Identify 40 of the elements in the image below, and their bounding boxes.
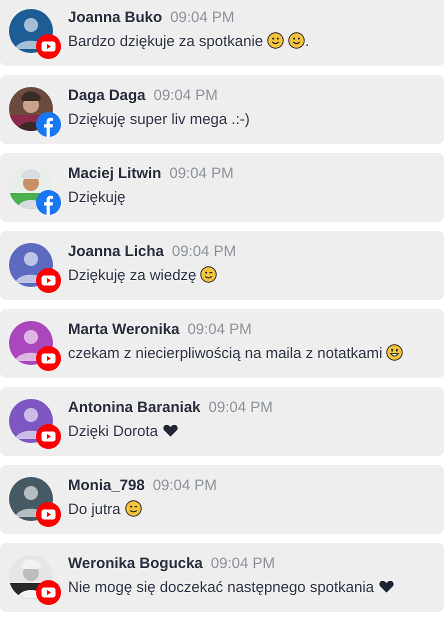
wink-icon (200, 266, 218, 283)
author-name: Antonina Baraniak (68, 399, 201, 416)
message-text: Nie mogę się doczekać następnego spotkania (68, 579, 374, 596)
author-name: Weronika Bogucka (68, 555, 203, 572)
message-time: 09:04 PM (152, 477, 217, 494)
youtube-icon (36, 268, 61, 293)
smiley-icon (267, 32, 284, 49)
author-name: Monia_798 (68, 477, 145, 494)
message-time: 09:04 PM (187, 321, 252, 338)
message-text: Do jutra (68, 501, 121, 518)
author-name: Marta Weronika (68, 321, 180, 338)
message-text: . (305, 33, 310, 50)
author-name: Joanna Licha (68, 243, 164, 260)
message-text: Dziękuję (68, 189, 126, 206)
message-time: 09:04 PM (169, 165, 234, 182)
wink-icon (124, 500, 142, 517)
message-time: 09:04 PM (172, 243, 236, 260)
grin-icon (386, 344, 404, 361)
heart-icon (162, 422, 180, 439)
youtube-icon (36, 424, 61, 449)
author-name: Joanna Buko (68, 9, 162, 26)
smiley-icon (288, 32, 306, 49)
message-text: czekam z niecierpliwością na maila z notatkami (68, 345, 382, 362)
heart-icon (378, 578, 396, 595)
message-text: Dziękuję super liv mega .:-) (68, 111, 250, 128)
youtube-icon (36, 580, 61, 605)
message-text: Bardzo dziękuje za spotkanie (68, 33, 264, 50)
facebook-icon (36, 190, 61, 215)
youtube-icon (36, 346, 61, 371)
facebook-icon (36, 112, 61, 137)
message-time: 09:04 PM (208, 399, 273, 416)
youtube-icon (36, 502, 61, 527)
message-time: 09:04 PM (210, 555, 275, 572)
youtube-icon (36, 34, 61, 59)
message-time: 09:04 PM (154, 87, 218, 104)
message-text: Dzięki Dorota (68, 423, 158, 440)
author-name: Maciej Litwin (68, 165, 162, 182)
message-text: Dziękuję za wiedzę (68, 267, 196, 284)
message-time: 09:04 PM (170, 9, 234, 26)
author-name: Daga Daga (68, 87, 146, 104)
